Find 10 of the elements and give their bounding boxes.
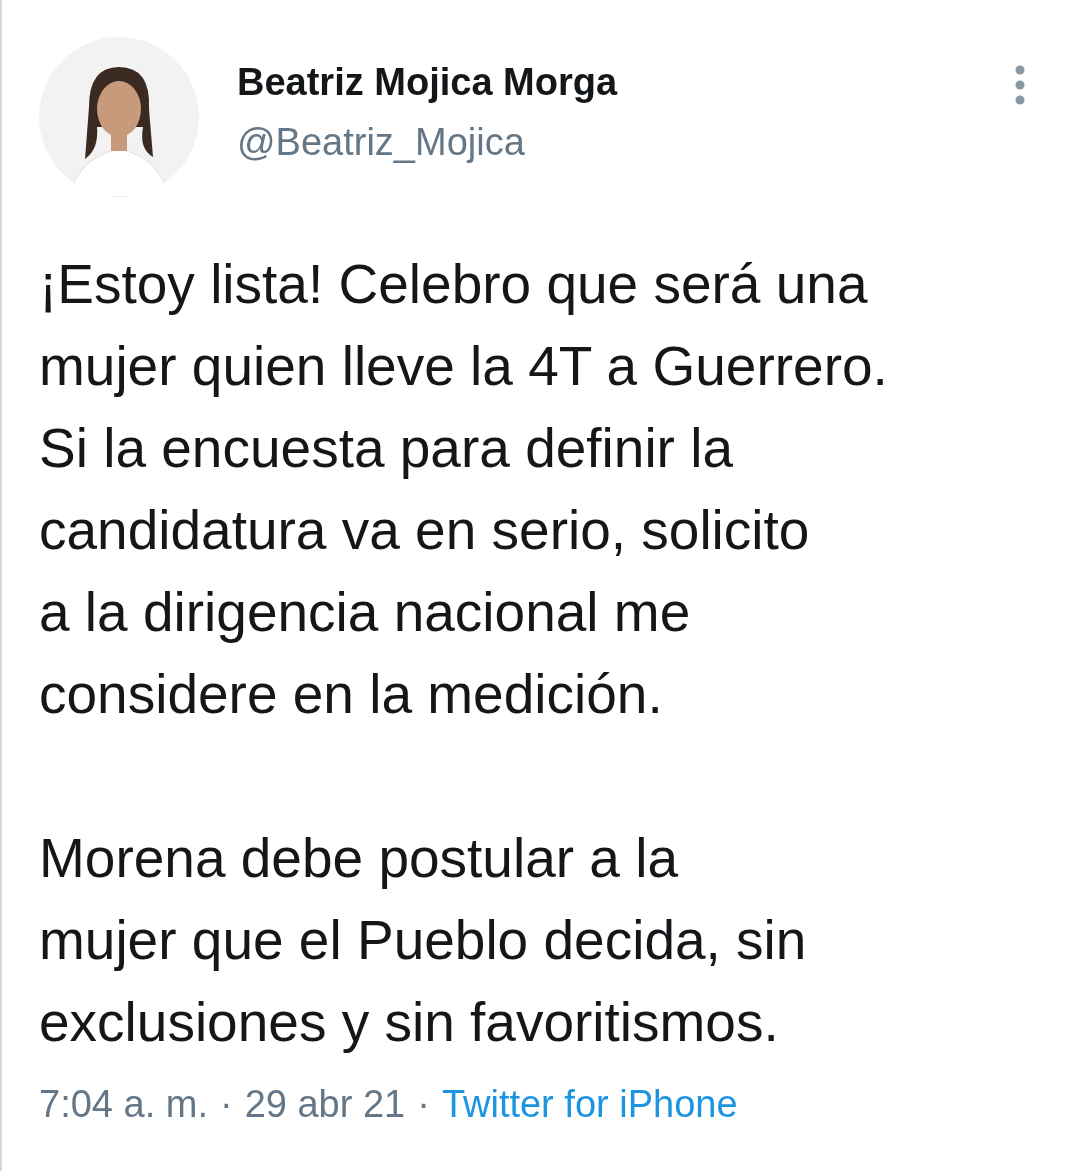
source-link[interactable]: Twitter for iPhone — [441, 1081, 738, 1127]
tweet-time: 7:04 a. m. — [39, 1082, 208, 1127]
author-name[interactable]: Beatriz Mojica Morga — [237, 59, 975, 105]
more-icon[interactable] — [1013, 65, 1027, 105]
tweet-paragraph: Morena debe postular a la mujer que el Pueblo decida, sin exclusiones y sin favoritismos. — [39, 826, 808, 1055]
separator-dot: · — [220, 1082, 233, 1127]
author-handle[interactable]: @Beatriz_Mojica — [237, 119, 975, 165]
separator-dot: · — [417, 1082, 430, 1127]
tweet-date: 29 abr 21 — [244, 1082, 406, 1127]
tweet-paragraph: ¡Estoy lista! Celebro que será una mujer quien lleve la 4T a Guerrero. Si la encuesta para definir la candidatura va en serio, solicito a la dirigencia nacional me considere en la medición. — [39, 252, 889, 727]
